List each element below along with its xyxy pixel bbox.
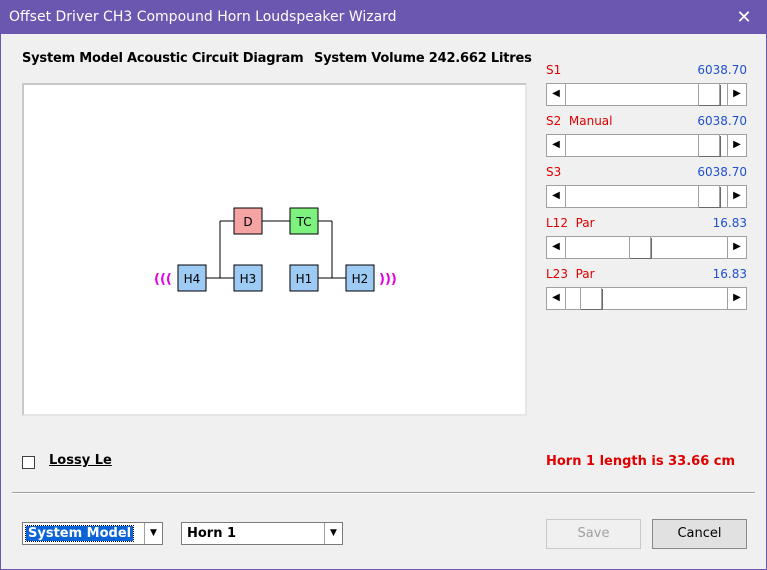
circuit-box-label: H3 — [240, 272, 257, 286]
scroll-right-icon[interactable]: ▶ — [727, 186, 746, 207]
scroll-left-icon[interactable]: ◀ — [547, 288, 566, 309]
scroll-left-icon[interactable]: ◀ — [547, 186, 566, 207]
circuit-box-label: H4 — [184, 272, 201, 286]
circuit-box-label: H1 — [296, 272, 313, 286]
slider-scrollbar[interactable]: ◀ ▶ — [546, 185, 747, 208]
chevron-down-icon[interactable]: ▼ — [144, 523, 162, 544]
slider-value: 16.83 — [712, 267, 747, 281]
slider-scrollbar[interactable]: ◀ ▶ — [546, 236, 747, 259]
circuit-diagram: H4 H3 H1 H2 D TC ((( ))) — [22, 83, 527, 416]
slider-label: S1 — [546, 63, 562, 77]
horn-select-value: Horn 1 — [187, 526, 237, 541]
slider-thumb[interactable] — [698, 186, 721, 207]
circuit-box-label: D — [243, 215, 252, 229]
circuit-box-label: H2 — [352, 272, 369, 286]
lossy-le-label: Lossy Le — [49, 453, 112, 468]
scroll-right-icon[interactable]: ▶ — [727, 237, 746, 258]
slider-scrollbar[interactable]: ◀ ▶ — [546, 134, 747, 157]
slider-thumb[interactable] — [628, 237, 651, 258]
circuit-box-h4: H4 — [177, 264, 207, 292]
circuit-svg: H4 H3 H1 H2 D TC ((( ))) — [154, 207, 397, 292]
slider-thumb[interactable] — [698, 135, 721, 156]
slider-thumb[interactable] — [579, 288, 602, 309]
horn-select[interactable]: Horn 1 ▼ — [181, 522, 343, 545]
model-select[interactable]: System Model ▼ — [22, 522, 163, 545]
save-button[interactable]: Save — [546, 519, 641, 549]
model-select-value: System Model — [24, 525, 135, 542]
scroll-left-icon[interactable]: ◀ — [547, 237, 566, 258]
circuit-box-h2: H2 — [345, 264, 375, 292]
slider-thumb[interactable] — [698, 84, 721, 105]
circuit-box-h1: H1 — [289, 264, 319, 292]
slider-scrollbar[interactable]: ◀ ▶ — [546, 287, 747, 310]
horn-length-status: Horn 1 length is 33.66 cm — [546, 454, 736, 469]
slider-value: 6038.70 — [697, 114, 747, 128]
slider-label: L12 Par — [546, 216, 595, 230]
slider-value: 16.83 — [712, 216, 747, 230]
slider-value: 6038.70 — [697, 63, 747, 77]
circuit-box-tc: TC — [289, 207, 319, 235]
slider-scrollbar[interactable]: ◀ ▶ — [546, 83, 747, 106]
close-icon[interactable]: ✕ — [722, 1, 766, 34]
scroll-right-icon[interactable]: ▶ — [727, 84, 746, 105]
system-volume: System Volume 242.662 Litres — [314, 51, 532, 66]
circuit-box-d: D — [233, 207, 263, 235]
cancel-button[interactable]: Cancel — [652, 519, 747, 549]
right-sound-mark: ))) — [379, 272, 397, 287]
lossy-le-checkbox[interactable] — [22, 456, 35, 469]
left-sound-mark: ((( — [154, 272, 172, 287]
scroll-left-icon[interactable]: ◀ — [547, 135, 566, 156]
wizard-window: Offset Driver CH3 Compound Horn Loudspea… — [0, 0, 767, 570]
window-title: Offset Driver CH3 Compound Horn Loudspea… — [9, 9, 397, 25]
title-bar: Offset Driver CH3 Compound Horn Loudspea… — [1, 1, 766, 34]
slider-value: 6038.70 — [697, 165, 747, 179]
diagram-title: System Model Acoustic Circuit Diagram — [22, 51, 304, 66]
circuit-wires — [206, 220, 346, 279]
scroll-left-icon[interactable]: ◀ — [547, 84, 566, 105]
circuit-box-label: TC — [295, 215, 311, 229]
slider-label: L23 Par — [546, 267, 595, 281]
separator — [12, 492, 755, 494]
slider-label: S2 Manual — [546, 114, 613, 128]
scroll-right-icon[interactable]: ▶ — [727, 288, 746, 309]
circuit-box-h3: H3 — [233, 264, 263, 292]
scroll-right-icon[interactable]: ▶ — [727, 135, 746, 156]
chevron-down-icon[interactable]: ▼ — [324, 523, 342, 544]
slider-label: S3 — [546, 165, 562, 179]
